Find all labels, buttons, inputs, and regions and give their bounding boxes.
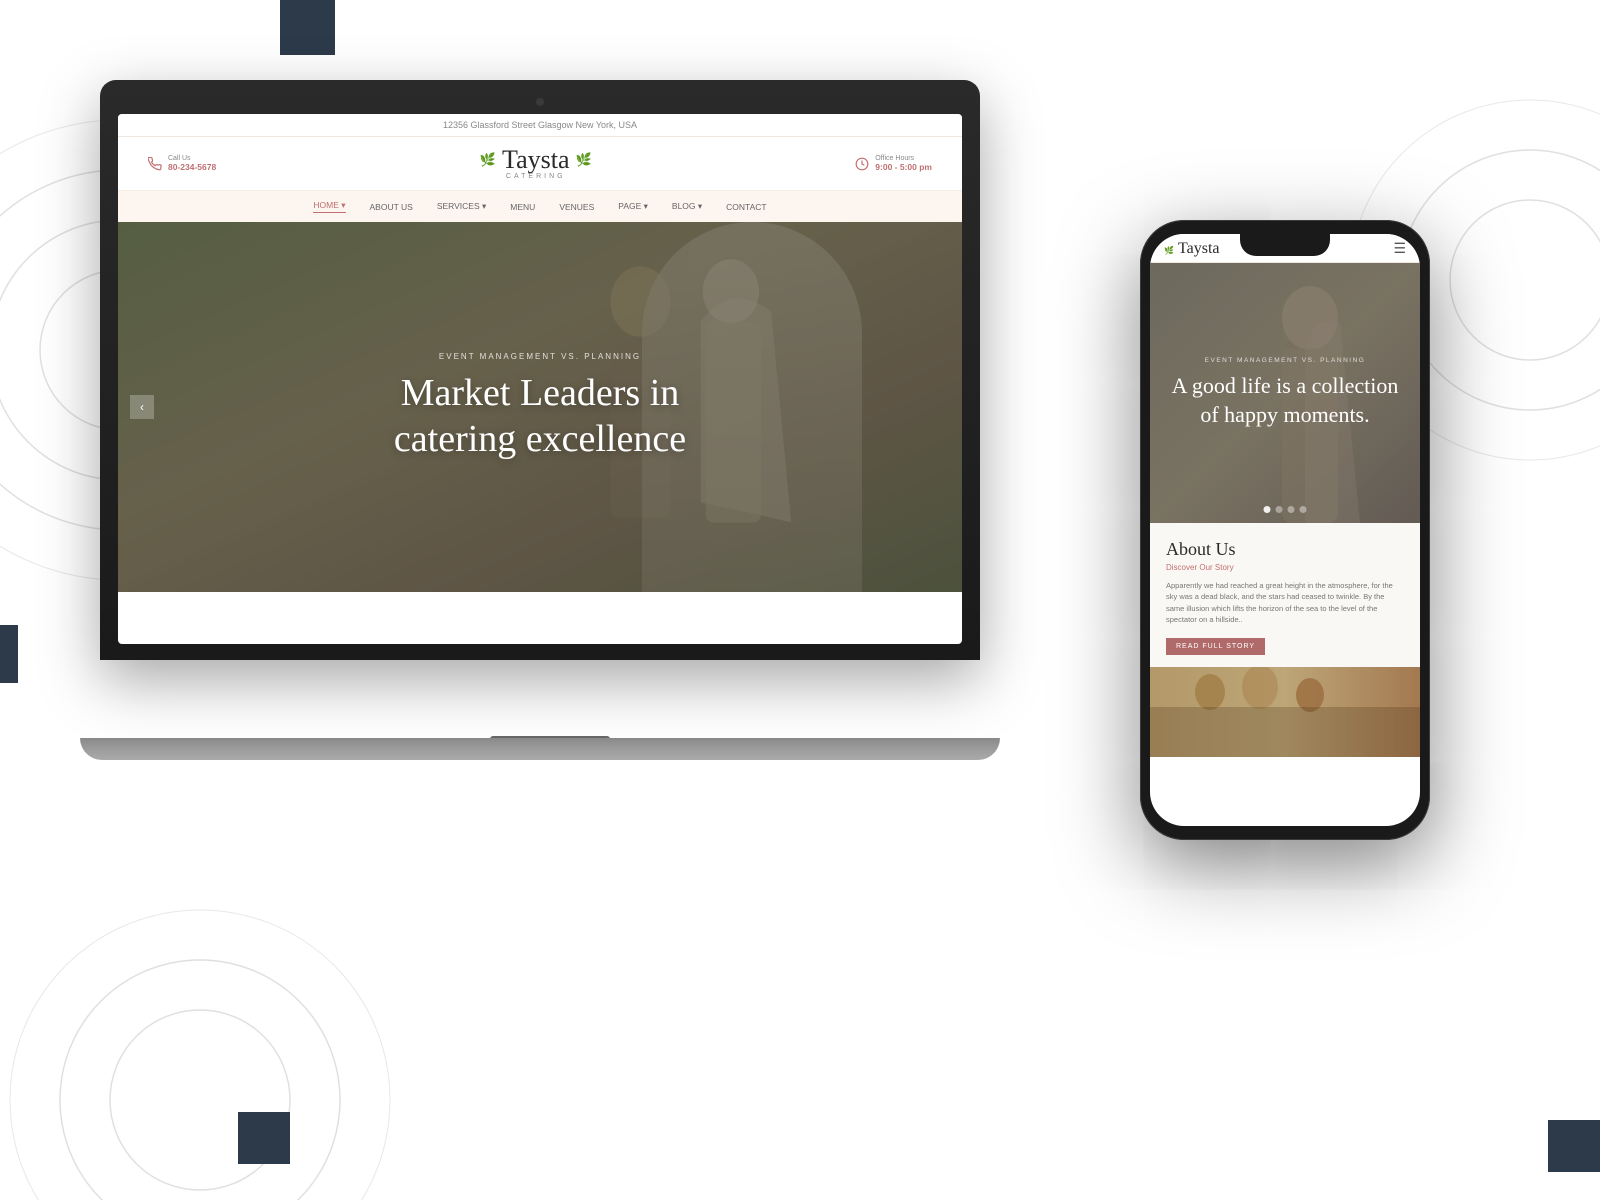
- nav-item-blog[interactable]: BLOG ▾: [672, 201, 702, 212]
- logo-sub: CATERING: [480, 173, 592, 180]
- phone-dot-1[interactable]: [1264, 506, 1271, 513]
- phone-logo-leaves-left: 🌿: [1164, 246, 1174, 255]
- phone-screen: 🌿 Taysta ☰: [1150, 234, 1420, 826]
- phone-hero-subtitle: EVENT MANAGEMENT VS. PLANNING: [1205, 357, 1366, 364]
- phone-body: 🌿 Taysta ☰: [1140, 220, 1430, 840]
- nav-item-about[interactable]: ABOUT US: [370, 202, 413, 212]
- phone-about-subtitle: Discover Our Story: [1166, 563, 1404, 572]
- phone-bottom-image: [1150, 667, 1420, 757]
- clock-icon: [855, 157, 869, 171]
- office-hours: 9:00 - 5:00 pm: [875, 162, 932, 172]
- phone-about-section: About Us Discover Our Story Apparently w…: [1150, 523, 1420, 667]
- topbar-address: 12356 Glassford Street Glasgow New York,…: [443, 120, 637, 130]
- phone-logo: 🌿 Taysta: [1164, 240, 1220, 258]
- phone-dot-4[interactable]: [1300, 506, 1307, 513]
- call-label: Call Us: [168, 155, 216, 162]
- nav-item-home[interactable]: HOME ▾: [313, 200, 345, 213]
- hero-title: Market Leaders incatering excellence: [394, 371, 686, 462]
- phone-read-full-story-button[interactable]: READ FULL STORY: [1166, 638, 1265, 655]
- nav-item-menu[interactable]: MENU: [510, 202, 535, 212]
- logo-leaves-right: 🌿: [576, 152, 592, 168]
- phone-bottom-svg: [1150, 667, 1420, 757]
- site-logo: 🌿 Taysta 🌿 CATERING: [480, 147, 592, 180]
- site-header-right: Office Hours 9:00 - 5:00 pm: [855, 155, 932, 172]
- laptop-camera: [536, 98, 544, 106]
- phone-dot-2[interactable]: [1276, 506, 1283, 513]
- logo-leaves-left: 🌿: [480, 152, 496, 168]
- hero-overlay: EVENT MANAGEMENT VS. PLANNING Market Lea…: [118, 222, 962, 592]
- hero-prev-button[interactable]: ‹: [130, 395, 154, 419]
- phone-about-text: Apparently we had reached a great height…: [1166, 580, 1404, 625]
- phone-hamburger-icon[interactable]: ☰: [1393, 241, 1406, 258]
- laptop-mockup: 12356 Glassford Street Glasgow New York,…: [100, 80, 1000, 760]
- call-number: 80-234-5678: [168, 162, 216, 172]
- laptop-base: [80, 738, 1000, 760]
- laptop-screen: 12356 Glassford Street Glasgow New York,…: [118, 114, 962, 644]
- phone-dot-3[interactable]: [1288, 506, 1295, 513]
- phone-notch: [1240, 234, 1330, 256]
- nav-item-contact[interactable]: CONTACT: [726, 202, 766, 212]
- nav-item-services[interactable]: SERVICES ▾: [437, 201, 486, 212]
- site-nav[interactable]: HOME ▾ ABOUT US SERVICES ▾ MENU VENUES P…: [118, 191, 962, 222]
- phone-logo-text: Taysta: [1178, 240, 1220, 257]
- phone-slider-dots: [1264, 506, 1307, 513]
- phone-icon: [148, 157, 162, 171]
- nav-item-page[interactable]: PAGE ▾: [618, 201, 648, 212]
- site-header: Call Us 80-234-5678 🌿 Taysta 🌿 CATERING: [118, 137, 962, 191]
- nav-item-venues[interactable]: VENUES: [559, 202, 594, 212]
- site-header-left: Call Us 80-234-5678: [148, 155, 216, 172]
- phone-hero: EVENT MANAGEMENT VS. PLANNING A good lif…: [1150, 263, 1420, 523]
- site-topbar: 12356 Glassford Street Glasgow New York,…: [118, 114, 962, 137]
- phone-hero-overlay: EVENT MANAGEMENT VS. PLANNING A good lif…: [1150, 263, 1420, 523]
- hero-subtitle: EVENT MANAGEMENT VS. PLANNING: [439, 352, 641, 361]
- phone-mockup: 🌿 Taysta ☰: [1140, 220, 1430, 840]
- site-hero: EVENT MANAGEMENT VS. PLANNING Market Lea…: [118, 222, 962, 592]
- office-label: Office Hours: [875, 155, 932, 162]
- phone-hero-title: A good life is a collection of happy mom…: [1170, 372, 1400, 429]
- phone-about-title: About Us: [1166, 539, 1404, 560]
- logo-text: Taysta: [502, 147, 570, 173]
- laptop-body: 12356 Glassford Street Glasgow New York,…: [100, 80, 980, 660]
